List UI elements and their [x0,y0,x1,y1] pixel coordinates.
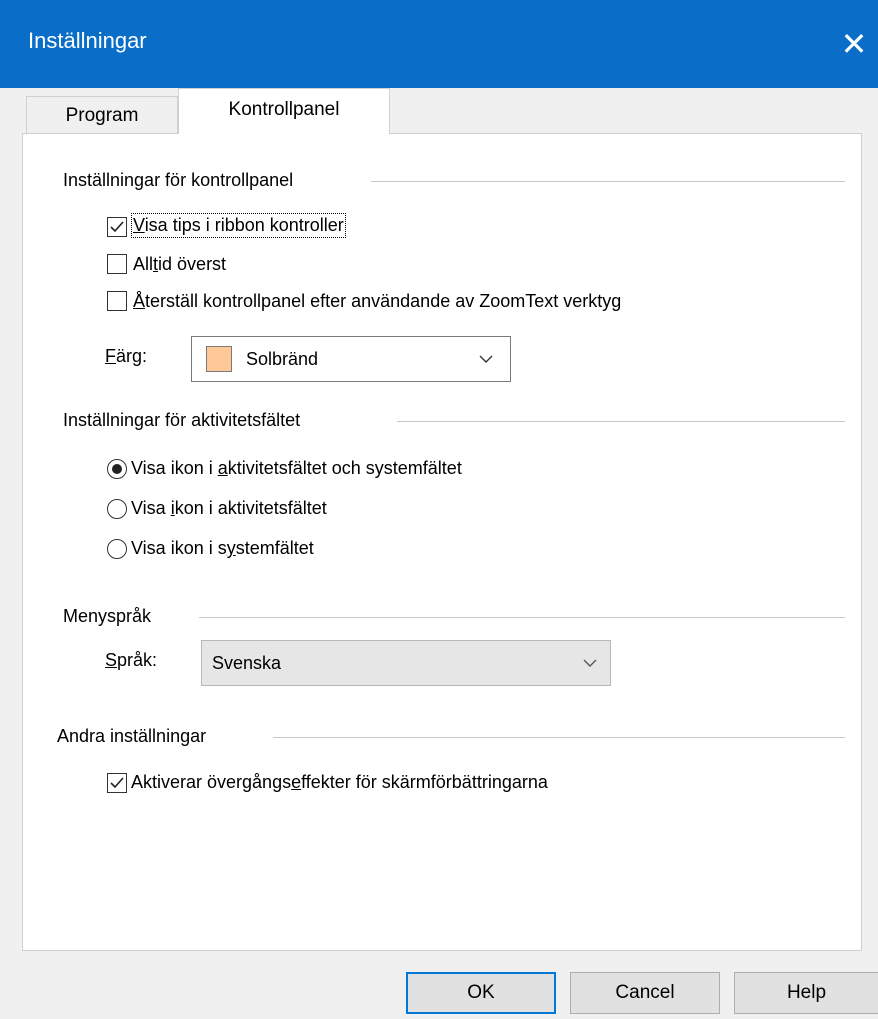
radio-aktivitet-och-system[interactable] [107,459,127,479]
group-title-menysprak: Menyspråk [63,606,152,626]
label-aktivitetsfaltet[interactable]: Visa ikon i aktivitetsfältet [131,498,327,519]
chevron-down-icon [583,659,597,667]
group-divider [273,737,845,738]
label-visa-tips[interactable]: Visa tips i ribbon kontroller [131,213,346,238]
ok-button[interactable]: OK [406,972,556,1014]
label-sprak: Språk: [105,650,158,670]
language-select[interactable]: Svenska [201,640,611,686]
tab-kontrollpanel[interactable]: Kontrollpanel [178,88,390,134]
checkmark-icon [110,221,124,233]
radio-aktivitetsfaltet[interactable] [107,499,127,519]
group-divider [371,181,845,182]
language-select-value: Svenska [212,653,282,673]
tab-panel: Inställningar för kontrollpanel Visa tip… [22,133,862,951]
color-select[interactable]: Solbränd [191,336,511,382]
label-farg: Färg: [105,346,148,366]
help-button[interactable]: Help [734,972,878,1014]
group-title-aktivitetsfaltet: Inställningar för aktivitetsfältet [63,410,301,430]
group-divider [199,617,845,618]
chevron-down-icon [479,355,493,363]
color-select-value: Solbränd [246,349,319,369]
close-icon[interactable]: ✕ [832,22,876,66]
label-alltid-overst[interactable]: Alltid överst [133,254,226,275]
tab-program[interactable]: Program [26,96,178,134]
group-title-andra: Andra inställningar [57,726,207,746]
label-systemfaltet[interactable]: Visa ikon i systemfältet [131,538,314,559]
radio-systemfaltet[interactable] [107,539,127,559]
checkbox-alltid-overst[interactable] [107,254,127,274]
label-aktivitet-och-system[interactable]: Visa ikon i aktivitetsfältet och systemf… [131,458,462,479]
window-title: Inställningar [28,28,147,53]
cancel-button[interactable]: Cancel [570,972,720,1014]
checkbox-visa-tips[interactable] [107,217,127,237]
checkbox-aterstall[interactable] [107,291,127,311]
group-divider [397,421,845,422]
label-aterstall[interactable]: Återställ kontrollpanel efter användande… [133,291,621,312]
group-title-kontrollpanel: Inställningar för kontrollpanel [63,170,294,190]
radio-dot [112,464,122,474]
checkbox-overgangseffekter[interactable] [107,773,127,793]
checkmark-icon [110,777,124,789]
title-bar: Inställningar ✕ [0,0,878,88]
color-swatch [206,346,232,372]
label-overgangseffekter[interactable]: Aktiverar övergångseffekter för skärmför… [131,772,548,793]
